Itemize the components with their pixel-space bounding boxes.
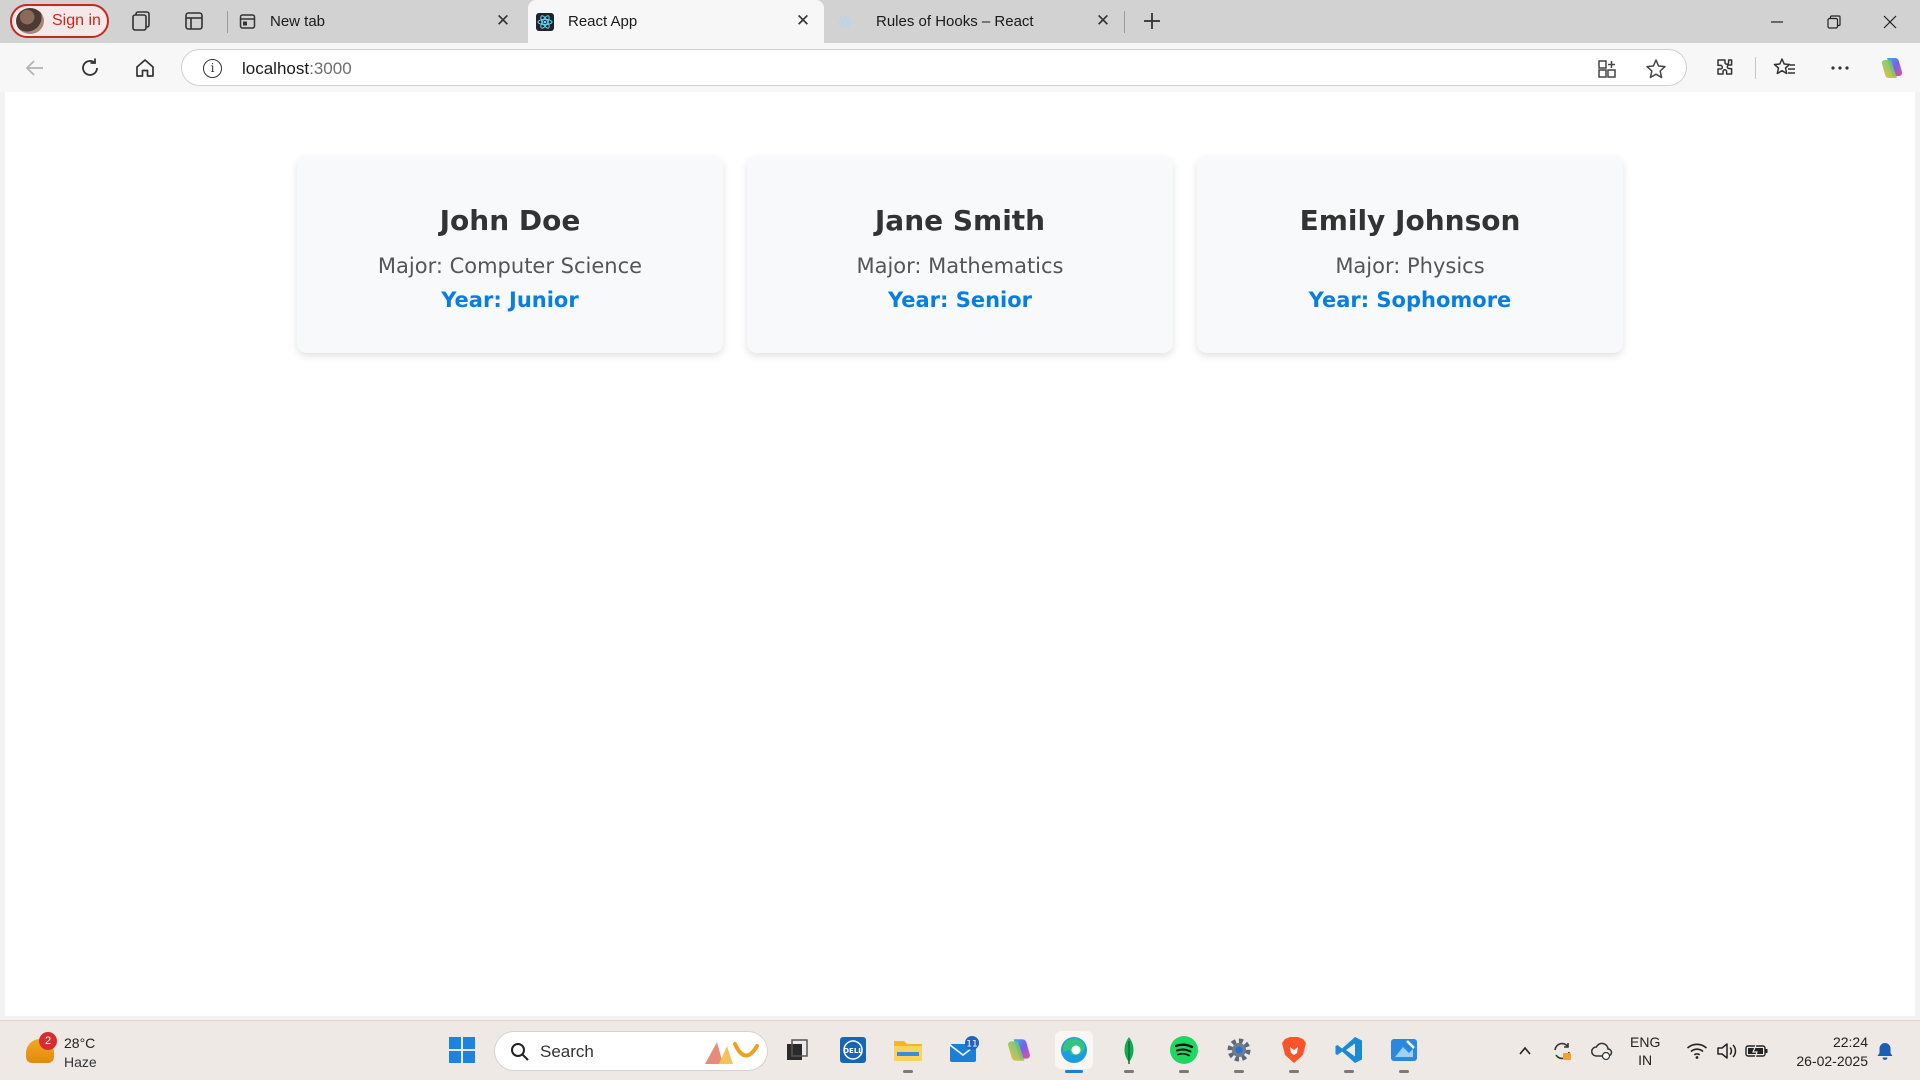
show-hidden-icons-chevron-icon[interactable] bbox=[1510, 1021, 1540, 1080]
profile-avatar bbox=[16, 8, 44, 34]
address-url[interactable]: localhost:3000 bbox=[242, 59, 352, 79]
close-tab-icon[interactable]: ✕ bbox=[794, 12, 812, 30]
favorite-star-icon[interactable] bbox=[1645, 58, 1667, 80]
region-code: IN bbox=[1638, 1052, 1653, 1068]
tab-title: Rules of Hooks – React bbox=[876, 13, 1034, 30]
sync-icon[interactable] bbox=[1547, 1021, 1577, 1080]
task-view-icon[interactable] bbox=[778, 1031, 816, 1069]
tab-new-tab[interactable]: New tab ✕ bbox=[228, 0, 524, 43]
mongodb-compass-icon[interactable] bbox=[1110, 1031, 1148, 1073]
language-code: ENG bbox=[1630, 1034, 1661, 1050]
favorites-icon[interactable] bbox=[1770, 53, 1800, 83]
weather-condition: Haze bbox=[64, 1054, 97, 1070]
url-host: localhost bbox=[242, 59, 310, 78]
copilot-app-icon[interactable] bbox=[1000, 1031, 1038, 1069]
minimize-icon[interactable] bbox=[1749, 0, 1805, 43]
vscode-icon[interactable] bbox=[1330, 1031, 1368, 1073]
vertical-tabs-icon[interactable] bbox=[181, 8, 207, 34]
tab-divider bbox=[1124, 11, 1125, 33]
start-windows-icon[interactable] bbox=[443, 1031, 481, 1069]
address-bar[interactable]: i localhost:3000 bbox=[181, 49, 1687, 86]
browser-toolbar: i localhost:3000 bbox=[0, 43, 1920, 92]
mail-badge: 11 bbox=[966, 1040, 977, 1050]
student-year: Year: Senior bbox=[887, 288, 1033, 312]
input-language-indicator[interactable]: ENG IN bbox=[1630, 1033, 1660, 1069]
running-indicator bbox=[903, 1070, 913, 1073]
back-arrow-icon[interactable] bbox=[20, 53, 50, 83]
tab-react-app[interactable]: React App ✕ bbox=[528, 0, 824, 43]
tab-rules-of-hooks[interactable]: Rules of Hooks – React ✕ bbox=[828, 0, 1124, 43]
running-indicator bbox=[1399, 1070, 1409, 1073]
settings-gear-icon[interactable] bbox=[1220, 1031, 1258, 1073]
svg-text:DELL: DELL bbox=[843, 1047, 863, 1055]
onedrive-cloud-icon[interactable] bbox=[1587, 1021, 1617, 1080]
student-name: Emily Johnson bbox=[1299, 204, 1521, 237]
copilot-icon[interactable] bbox=[1877, 53, 1907, 83]
student-cards: John Doe Major: Computer Science Year: J… bbox=[297, 156, 1623, 353]
mail-icon[interactable]: 11 bbox=[945, 1031, 983, 1069]
running-indicator bbox=[1179, 1070, 1189, 1073]
active-indicator bbox=[1065, 1070, 1083, 1073]
sign-in-button[interactable]: Sign in bbox=[10, 4, 109, 38]
tab-title: React App bbox=[568, 13, 638, 30]
running-indicator bbox=[1344, 1070, 1354, 1073]
student-major: Major: Mathematics bbox=[856, 254, 1064, 278]
site-info-icon[interactable]: i bbox=[203, 59, 222, 78]
student-year: Year: Junior bbox=[441, 288, 579, 312]
react-logo-icon bbox=[536, 12, 554, 31]
search-label: Search bbox=[540, 1042, 594, 1061]
running-indicator bbox=[1124, 1070, 1134, 1073]
restore-icon[interactable] bbox=[1806, 0, 1862, 43]
close-window-icon[interactable] bbox=[1862, 0, 1918, 43]
weather-badge: 2 bbox=[39, 1032, 57, 1050]
volume-icon[interactable] bbox=[1712, 1021, 1742, 1080]
file-explorer-icon[interactable] bbox=[889, 1031, 927, 1073]
sign-in-label: Sign in bbox=[52, 12, 101, 29]
clock-time: 22:24 bbox=[1832, 1034, 1868, 1050]
tab-title: New tab bbox=[270, 13, 326, 30]
clock-date: 26-02-2025 bbox=[1796, 1053, 1868, 1069]
student-card: John Doe Major: Computer Science Year: J… bbox=[297, 156, 723, 353]
battery-icon[interactable] bbox=[1742, 1021, 1772, 1080]
spotify-icon[interactable] bbox=[1165, 1031, 1203, 1073]
react-logo-icon bbox=[836, 13, 854, 31]
close-tab-icon[interactable]: ✕ bbox=[1094, 12, 1112, 30]
dell-app-icon[interactable]: DELL bbox=[834, 1031, 872, 1069]
weather-temperature: 28°C bbox=[64, 1035, 96, 1051]
wifi-icon[interactable] bbox=[1682, 1021, 1712, 1080]
student-card: Jane Smith Major: Mathematics Year: Seni… bbox=[747, 156, 1173, 353]
taskbar: 2 28°C Haze Search DELL 11 ENG IN 22:24 … bbox=[0, 1020, 1920, 1080]
running-indicator bbox=[1289, 1070, 1299, 1073]
home-icon[interactable] bbox=[130, 53, 160, 83]
extensions-icon[interactable] bbox=[1710, 53, 1740, 83]
app-available-icon[interactable] bbox=[1596, 58, 1618, 80]
new-tab-plus-icon[interactable] bbox=[1139, 8, 1165, 34]
weather-widget[interactable]: 2 28°C Haze bbox=[22, 1029, 162, 1073]
refresh-icon[interactable] bbox=[75, 53, 105, 83]
search-highlight-icon bbox=[705, 1042, 759, 1064]
new-tab-page-icon bbox=[238, 13, 256, 31]
running-indicator bbox=[1234, 1070, 1244, 1073]
notification-bell-icon[interactable] bbox=[1870, 1021, 1900, 1080]
system-clock[interactable]: 22:24 26-02-2025 bbox=[1782, 1033, 1868, 1071]
tab-strip: Sign in New tab ✕ React App ✕ Rules of H… bbox=[0, 0, 1920, 43]
student-year: Year: Sophomore bbox=[1308, 288, 1512, 312]
workspaces-icon[interactable] bbox=[128, 8, 154, 34]
paint-app-icon[interactable] bbox=[1385, 1031, 1423, 1073]
student-name: John Doe bbox=[439, 204, 581, 237]
toolbar-divider bbox=[1755, 57, 1756, 79]
brave-browser-icon[interactable] bbox=[1275, 1031, 1313, 1073]
student-name: Jane Smith bbox=[874, 204, 1046, 237]
student-card: Emily Johnson Major: Physics Year: Sopho… bbox=[1197, 156, 1623, 353]
page-viewport: John Doe Major: Computer Science Year: J… bbox=[5, 92, 1915, 1016]
student-major: Major: Physics bbox=[1335, 254, 1485, 278]
url-port: :3000 bbox=[309, 59, 352, 78]
student-major: Major: Computer Science bbox=[377, 254, 643, 278]
taskbar-search[interactable]: Search bbox=[494, 1031, 768, 1071]
search-icon bbox=[511, 1043, 529, 1061]
more-options-icon[interactable] bbox=[1825, 53, 1855, 83]
close-tab-icon[interactable]: ✕ bbox=[494, 12, 512, 30]
edge-browser-icon[interactable] bbox=[1055, 1031, 1093, 1073]
